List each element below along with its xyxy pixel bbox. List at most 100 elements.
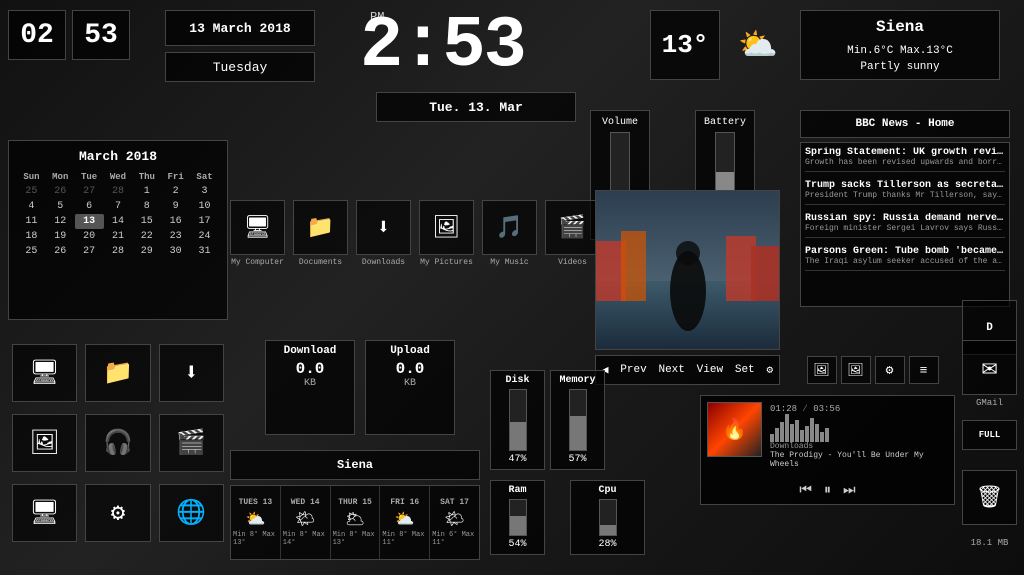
- volume-label: Volume: [602, 117, 638, 128]
- mail-icon: ✉: [982, 352, 998, 383]
- cpu-fill: [600, 525, 616, 535]
- download-value: 0.0: [296, 360, 325, 378]
- set-label[interactable]: Set: [735, 364, 755, 376]
- desktop-icons-area: 🖥My Computer📁Documents⬇Downloads🖼My Pict…: [230, 200, 580, 290]
- total-time: 03:56: [813, 404, 840, 414]
- clock-hour: 02: [8, 10, 66, 60]
- hour-display: 02: [20, 20, 54, 51]
- next-button[interactable]: ⏭: [843, 483, 856, 499]
- view-label[interactable]: View: [697, 364, 723, 376]
- music-meta: Downloads The Prodigy - You'll Be Under …: [770, 442, 948, 469]
- download-box: Download 0.0 KB: [265, 340, 355, 435]
- music-info: 01:28 / 03:56 Downloads The Prodigy - Yo…: [770, 402, 948, 469]
- weather-minmax: Min.6°C Max.13°C: [847, 43, 953, 60]
- weather-temp: 13°: [650, 10, 720, 80]
- music-controls[interactable]: ⏮ ⏸ ⏭: [707, 483, 948, 499]
- nature-image: [595, 190, 780, 350]
- day-box: Tuesday: [165, 52, 315, 82]
- full-date: 13 March 2018: [189, 21, 290, 36]
- current-time: 01:28: [770, 404, 797, 414]
- minute-display: 53: [84, 20, 118, 51]
- ram-box: Ram 54%: [490, 480, 545, 555]
- big-clock: 2:53: [360, 5, 525, 87]
- cpu-bar: [599, 499, 617, 536]
- weather-icon: ⛅: [728, 10, 788, 80]
- weather-days: TUES 13⛅Min 8° Max 13°WED 14🌤Min 8° Max …: [230, 485, 480, 560]
- day-name: Tuesday: [213, 60, 268, 75]
- play-pause-button[interactable]: ⏸: [824, 483, 831, 499]
- memory-bar: [569, 389, 587, 451]
- left-icon[interactable]: 📁: [85, 344, 150, 402]
- upload-label: Upload: [390, 345, 430, 357]
- ram-label: Ram: [508, 485, 526, 496]
- settings-icon: ⚙: [766, 363, 773, 377]
- memory-label: Memory: [559, 375, 595, 386]
- upload-unit: KB: [404, 378, 416, 389]
- desktop-icon[interactable]: 🖥My Computer: [230, 200, 285, 267]
- music-title: The Prodigy - You'll Be Under My Wheels: [770, 451, 948, 469]
- desktop-icon[interactable]: ⬇Downloads: [356, 200, 411, 267]
- memory-fill: [570, 416, 586, 450]
- gmail-label: GMail: [962, 398, 1017, 408]
- left-icon[interactable]: 🖼: [12, 414, 77, 472]
- next-label[interactable]: Next: [658, 364, 684, 376]
- desktop-icon[interactable]: 🎬Videos: [545, 200, 600, 267]
- left-icon[interactable]: 🖥: [12, 484, 77, 542]
- news-item: Spring Statement: UK growth revised upwa…: [805, 147, 1005, 172]
- temp-value: 13°: [662, 30, 709, 60]
- calendar-box: March 2018 SunMonTueWedThuFriSat 2526272…: [8, 140, 228, 320]
- news-item: Parsons Green: Tube bomb 'became fantasy…: [805, 246, 1005, 271]
- left-icon[interactable]: 🎬: [159, 414, 224, 472]
- cpu-box: Cpu 28%: [570, 480, 645, 555]
- cpu-label: Cpu: [598, 485, 616, 496]
- upload-value: 0.0: [396, 360, 425, 378]
- desktop-icon[interactable]: 📁Documents: [293, 200, 348, 267]
- small-icons-row: 🖼🖼⚙≡: [800, 355, 945, 385]
- desktop-icon[interactable]: 🎵My Music: [482, 200, 537, 267]
- weather-day: SAT 17🌤Min 6° Max 11°: [430, 486, 479, 559]
- disk-value: 47%: [508, 454, 526, 465]
- battery-label: Battery: [704, 117, 746, 128]
- mail-icon-box[interactable]: ✉: [962, 340, 1017, 395]
- prev-button[interactable]: ⏮: [799, 483, 812, 499]
- left-icon[interactable]: ⚙: [85, 484, 150, 542]
- clock-minute: 53: [72, 10, 130, 60]
- news-header: BBC News - Home: [800, 110, 1010, 138]
- desktop-icon[interactable]: 🖼My Pictures: [419, 200, 474, 267]
- media-controls[interactable]: ◀ Prev Next View Set ⚙: [595, 355, 780, 385]
- disk-bar: [509, 389, 527, 451]
- music-bars: [770, 414, 948, 442]
- left-icon[interactable]: 🎧: [85, 414, 150, 472]
- weather-day: THUR 15🌥Min 8° Max 13°: [331, 486, 381, 559]
- music-player: 🔥 01:28 / 03:56 Downloads The Prodigy - …: [700, 395, 955, 505]
- ram-bar: [509, 499, 527, 536]
- small-icon[interactable]: ⚙: [875, 356, 905, 384]
- small-icon[interactable]: ≡: [909, 356, 939, 384]
- big-date: Tue. 13. Mar: [376, 92, 576, 122]
- ram-value: 54%: [508, 539, 526, 550]
- weather-city: Siena: [876, 15, 924, 39]
- memory-value: 57%: [568, 454, 586, 465]
- small-icon[interactable]: 🖼: [841, 356, 871, 384]
- weather-day: WED 14🌤Min 8° Max 14°: [281, 486, 331, 559]
- filesize-box: 18.1 MB: [962, 530, 1017, 555]
- disk-fill: [510, 422, 526, 450]
- trash-box: 🗑: [962, 470, 1017, 525]
- cpu-value: 28%: [598, 539, 616, 550]
- filesize-label: 18.1 MB: [971, 538, 1009, 548]
- left-icon[interactable]: 🖥: [12, 344, 77, 402]
- weather-info: Siena Min.6°C Max.13°C Partly sunny: [800, 10, 1000, 80]
- calendar-table: SunMonTueWedThuFriSat 252627281234567891…: [17, 170, 219, 259]
- weather-day: FRI 16⛅Min 8° Max 11°: [380, 486, 430, 559]
- upload-box: Upload 0.0 KB: [365, 340, 455, 435]
- left-sidebar-icons: 🖥📁⬇🖼🎧🎬🖥⚙🌐: [8, 340, 228, 550]
- news-box: Spring Statement: UK growth revised upwa…: [800, 142, 1010, 307]
- small-icon[interactable]: 🖼: [807, 356, 837, 384]
- left-icon[interactable]: ⬇: [159, 344, 224, 402]
- date-box: 13 March 2018: [165, 10, 315, 46]
- download-label: Download: [284, 345, 337, 357]
- full-box: FULL: [962, 420, 1017, 450]
- left-icon[interactable]: 🌐: [159, 484, 224, 542]
- ram-fill: [510, 516, 526, 535]
- prev-label[interactable]: Prev: [620, 364, 646, 376]
